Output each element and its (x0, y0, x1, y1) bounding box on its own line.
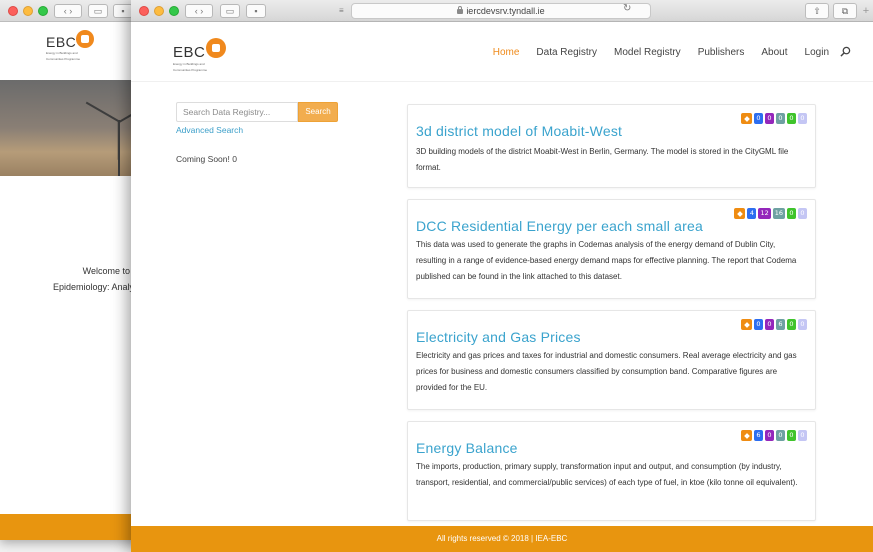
badge-count: 0 (776, 113, 785, 124)
maximize-window-icon[interactable] (38, 6, 48, 16)
dataset-card[interactable]: 4 12 16 0 0 DCC Residential Energy per e… (407, 199, 816, 299)
coming-soon-text: Coming Soon! 0 (176, 154, 237, 164)
site-logo[interactable]: EBC Energy in Buildings and Communities … (173, 38, 226, 72)
logo-icon (76, 30, 94, 48)
nav-about[interactable]: About (761, 47, 787, 58)
show-tabs-icon[interactable]: ⧉ (833, 3, 857, 19)
badge-count: 0 (754, 113, 763, 124)
nav-home[interactable]: Home (493, 47, 520, 58)
nav-data-registry[interactable]: Data Registry (536, 47, 597, 58)
logo-subtitle: Energy in Buildings and (46, 51, 78, 55)
reload-icon[interactable]: ↻ (623, 3, 631, 14)
logo-text: EBC (46, 34, 77, 50)
badge-count: 0 (765, 430, 774, 441)
badge-count: 12 (758, 208, 771, 219)
badge-count: 4 (747, 208, 757, 219)
maximize-window-icon[interactable] (169, 6, 179, 16)
badge-count: 0 (798, 208, 807, 219)
search-icon[interactable] (840, 46, 851, 57)
search-button[interactable]: Search (298, 102, 338, 122)
dataset-title[interactable]: DCC Residential Energy per each small ar… (416, 218, 703, 234)
address-bar[interactable]: iercdevsrv.tyndall.ie (351, 3, 651, 19)
badge-count: 16 (772, 208, 785, 219)
reader-icon[interactable]: ≡ (339, 6, 344, 15)
new-tab-icon[interactable]: + (859, 3, 873, 19)
tag-icon (734, 208, 746, 219)
badge-count: 0 (765, 113, 774, 124)
tag-icon (741, 319, 752, 330)
badge-count: 6 (776, 319, 785, 330)
badge-count: 0 (787, 113, 796, 124)
badge-count: 0 (787, 319, 796, 330)
dataset-description: Electricity and gas prices and taxes for… (416, 351, 797, 392)
sidebar-toggle-icon[interactable]: ▭ (88, 4, 108, 18)
nav-login[interactable]: Login (805, 47, 829, 58)
share-icon[interactable]: ⇧ (805, 3, 829, 19)
dataset-card[interactable]: 0 0 0 0 0 3d district model of Moabit-We… (407, 104, 816, 188)
back-forward-icon[interactable]: ‹ › (54, 4, 82, 18)
browser-window[interactable]: ‹ › ▭ ▪ ≡ iercdevsrv.tyndall.ie ↻ ⇧ ⧉ + … (131, 0, 873, 552)
dataset-card[interactable]: 0 0 6 0 0 Electricity and Gas Prices Ele… (407, 310, 816, 410)
site-footer: All rights reserved © 2018 | IEA-EBC (131, 526, 873, 552)
site-header: EBC Energy in Buildings and Communities … (131, 22, 873, 82)
logo-text: EBC (173, 44, 206, 61)
badge-count: 0 (776, 430, 785, 441)
tag-icon (741, 113, 752, 124)
badge-count: 0 (798, 430, 807, 441)
logo-subtitle: Energy in Buildings and (173, 62, 205, 66)
badge-count: 0 (765, 319, 774, 330)
logo-subtitle: Communities Programme (46, 56, 81, 61)
nav-publishers[interactable]: Publishers (698, 47, 745, 58)
browser-titlebar: ‹ › ▭ ▪ ≡ iercdevsrv.tyndall.ie ↻ ⇧ ⧉ + (131, 0, 873, 22)
search-input[interactable]: Search Data Registry... (176, 102, 298, 122)
badge-count: 0 (787, 208, 796, 219)
dataset-badges: 6 0 0 0 0 (741, 430, 807, 441)
nav-model-registry[interactable]: Model Registry (614, 47, 681, 58)
close-window-icon[interactable] (139, 6, 149, 16)
dataset-title[interactable]: 3d district model of Moabit-West (416, 123, 622, 139)
back-forward-icon[interactable]: ‹ › (185, 4, 213, 18)
sidebar-toggle-icon[interactable]: ▭ (220, 4, 240, 18)
close-window-icon[interactable] (8, 6, 18, 16)
tag-icon (741, 430, 752, 441)
badge-count: 0 (754, 319, 763, 330)
dataset-description: The imports, production, primary supply,… (416, 462, 798, 487)
minimize-window-icon[interactable] (23, 6, 33, 16)
dataset-card[interactable]: 6 0 0 0 0 Energy Balance The imports, pr… (407, 421, 816, 521)
dataset-badges: 4 12 16 0 0 (734, 208, 807, 219)
advanced-search-link[interactable]: Advanced Search (176, 125, 243, 135)
welcome-text: Welcome to the Epidemiology: Analysis (52, 266, 145, 292)
tab-overview-icon[interactable]: ▪ (113, 4, 133, 18)
dataset-title[interactable]: Electricity and Gas Prices (416, 329, 581, 345)
dataset-badges: 0 0 6 0 0 (741, 319, 807, 330)
minimize-window-icon[interactable] (154, 6, 164, 16)
main-nav: Home Data Registry Model Registry Publis… (493, 47, 829, 58)
logo-icon (206, 38, 226, 58)
back-site-logo[interactable]: EBC Energy in Buildings and Communities … (46, 30, 94, 61)
dataset-title[interactable]: Energy Balance (416, 440, 518, 456)
lock-icon (457, 6, 464, 14)
tab-overview-icon[interactable]: ▪ (246, 4, 266, 18)
badge-count: 0 (798, 319, 807, 330)
logo-subtitle: Communities Programme (173, 67, 208, 72)
badge-count: 0 (798, 113, 807, 124)
dataset-description: This data was used to generate the graph… (416, 240, 797, 281)
badge-count: 0 (787, 430, 796, 441)
dataset-badges: 0 0 0 0 0 (741, 113, 807, 124)
dataset-description: 3D building models of the district Moabi… (416, 147, 789, 172)
badge-count: 6 (754, 430, 763, 441)
